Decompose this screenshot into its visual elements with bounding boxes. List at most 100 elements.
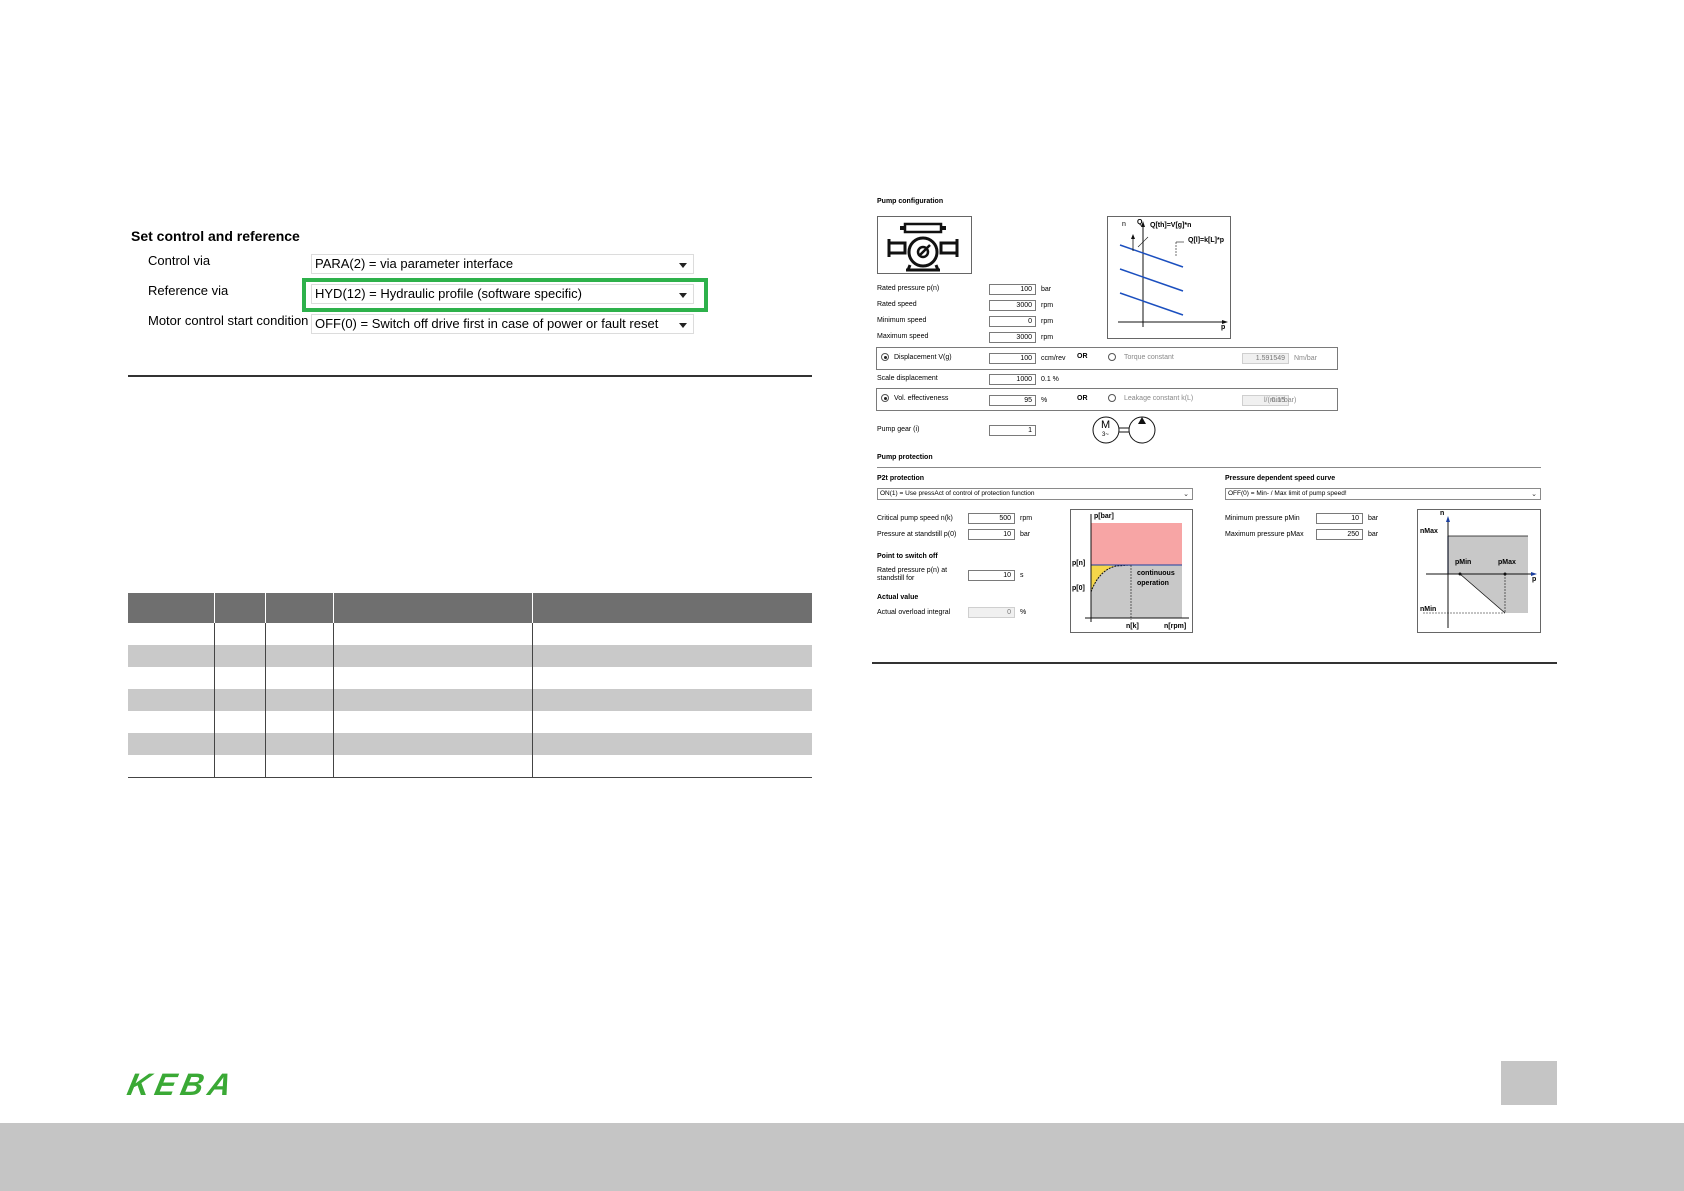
table-row (128, 667, 812, 689)
max-pressure-unit: bar (1368, 531, 1379, 538)
actual-overload-input[interactable]: 0 (968, 607, 1015, 618)
torque-constant-unit: Nm/bar (1294, 355, 1317, 362)
leakage-constant-unit: l/(min*bar) (1264, 397, 1297, 404)
chevron-down-icon (679, 263, 687, 268)
rated-pressure-standstill-label: Rated pressure p(n) at standstill for (877, 567, 947, 583)
displacement-radio[interactable] (881, 353, 889, 361)
speed-curve-value: OFF(0) = Min- / Max limit of pump speed! (1228, 490, 1347, 497)
speed-curve-title: Pressure dependent speed curve (1225, 475, 1336, 482)
pump-protection-title: Pump protection (877, 454, 933, 461)
scale-displacement-input[interactable]: 1000 (989, 374, 1036, 385)
pump-icon (887, 222, 959, 272)
max-pressure-label: Maximum pressure pMax (1225, 531, 1304, 538)
p-n-label: p[n] (1072, 560, 1086, 567)
displacement-label: Displacement V(g) (894, 354, 952, 361)
actual-value-title: Actual value (877, 594, 919, 601)
nmax-label: nMax (1420, 528, 1438, 535)
rated-speed-input[interactable]: 3000 (989, 300, 1036, 311)
scale-displacement-unit: 0.1 % (1041, 376, 1059, 383)
operation-label: operation (1137, 580, 1169, 587)
n-rpm-label: n[rpm] (1164, 623, 1187, 630)
standstill-pressure-unit: bar (1020, 531, 1031, 538)
min-pressure-unit: bar (1368, 515, 1379, 522)
control-via-dropdown[interactable]: PARA(2) = via parameter interface (311, 254, 694, 274)
control-via-label: Control via (148, 253, 211, 268)
vol-effectiveness-radio[interactable] (881, 394, 889, 402)
maximum-speed-input[interactable]: 3000 (989, 332, 1036, 343)
rated-pressure-input[interactable]: 100 (989, 284, 1036, 295)
logo-text: KEBA (124, 1067, 240, 1102)
switch-off-title: Point to switch off (877, 553, 938, 560)
reference-via-label: Reference via (148, 283, 229, 298)
torque-constant-label: Torque constant (1124, 354, 1174, 361)
motor-label: M (1101, 419, 1111, 431)
standstill-pressure-input[interactable]: 10 (968, 529, 1015, 540)
actual-overload-label: Actual overload integral (877, 609, 951, 616)
displacement-input[interactable]: 100 (989, 353, 1036, 364)
protection-divider (877, 467, 1541, 468)
minimum-speed-input[interactable]: 0 (989, 316, 1036, 327)
table-header-cell (333, 593, 533, 623)
torque-constant-radio[interactable] (1108, 353, 1116, 361)
p-bar-label: p[bar] (1094, 513, 1114, 520)
rated-pressure-standstill-line1: Rated pressure p(n) at (877, 567, 948, 574)
table-header-cell (265, 593, 334, 623)
p-axis-label: p (1532, 576, 1537, 583)
vol-effectiveness-label: Vol. effectiveness (894, 395, 949, 402)
divider (128, 375, 812, 377)
speed-curve-diagram: n nMax pMin pMax p nMin (1417, 509, 1541, 633)
nmin-label: nMin (1420, 606, 1437, 613)
or-label: OR (1077, 353, 1088, 360)
min-pressure-input[interactable]: 10 (1316, 513, 1363, 524)
table-header-cell (214, 593, 266, 623)
start-condition-dropdown[interactable]: OFF(0) = Switch off drive first in case … (311, 314, 694, 334)
rated-pressure-unit: bar (1041, 286, 1052, 293)
pmin-label: pMin (1455, 559, 1472, 566)
n-axis-label: n (1440, 510, 1445, 517)
highlight-box (302, 278, 708, 312)
critical-speed-input[interactable]: 500 (968, 513, 1015, 524)
table-header-row (128, 593, 812, 623)
pump-configuration-title: Pump configuration (877, 198, 944, 205)
p2t-protection-select[interactable]: ON(1) = Use pressAct of control of prote… (877, 488, 1193, 500)
flow-pressure-diagram: Q n Q[th]=V[g]*n Q[l]=k[L]*p p (1107, 216, 1231, 339)
table-header-cell (128, 593, 215, 623)
vol-effectiveness-input[interactable]: 95 (989, 395, 1036, 406)
axis-p-label: p (1221, 324, 1226, 331)
torque-constant-input[interactable]: 1.591549 (1242, 353, 1289, 364)
max-pressure-input[interactable]: 250 (1316, 529, 1363, 540)
rated-pressure-standstill-line2: standstill for (877, 575, 915, 582)
continuous-label: continuous (1137, 570, 1175, 577)
right-divider (872, 662, 1557, 664)
pmax-label: pMax (1498, 559, 1516, 566)
keba-logo: KEBA (124, 1067, 268, 1102)
table-row (128, 733, 812, 755)
min-pressure-label: Minimum pressure pMin (1225, 515, 1300, 522)
motor-phase-label: 3~ (1102, 432, 1109, 438)
leakage-constant-radio[interactable] (1108, 394, 1116, 402)
pump-gear-input[interactable]: 1 (989, 425, 1036, 436)
axis-n-label: n (1122, 221, 1126, 228)
p2t-protection-value: ON(1) = Use pressAct of control of prote… (880, 490, 1035, 497)
rated-speed-label: Rated speed (877, 301, 917, 308)
table-row (128, 755, 812, 778)
scale-displacement-label: Scale displacement (877, 375, 938, 382)
rated-pressure-standstill-input[interactable]: 10 (968, 570, 1015, 581)
minimum-speed-label: Minimum speed (877, 317, 927, 324)
leakage-constant-label: Leakage constant k(L) (1124, 395, 1194, 402)
pump-gear-label: Pump gear (i) (877, 426, 920, 433)
critical-speed-unit: rpm (1020, 515, 1033, 522)
n-k-label: n[k] (1126, 623, 1139, 630)
page-number-box (1501, 1061, 1557, 1105)
speed-curve-select[interactable]: OFF(0) = Min- / Max limit of pump speed!… (1225, 488, 1541, 500)
rated-pressure-label: Rated pressure p(n) (877, 285, 940, 292)
p2t-protection-title: P2t protection (877, 475, 925, 482)
rated-speed-unit: rpm (1041, 302, 1054, 309)
chevron-down-icon: ⌄ (1183, 491, 1189, 498)
footer-bar (0, 1123, 1684, 1191)
chevron-down-icon (679, 323, 687, 328)
p2t-diagram: p[bar] p[n] p[0] continuous operation n[… (1070, 509, 1193, 633)
standstill-pressure-label: Pressure at standstill p(0) (877, 531, 957, 538)
or-label: OR (1077, 395, 1088, 402)
p-0-label: p[0] (1072, 585, 1085, 592)
